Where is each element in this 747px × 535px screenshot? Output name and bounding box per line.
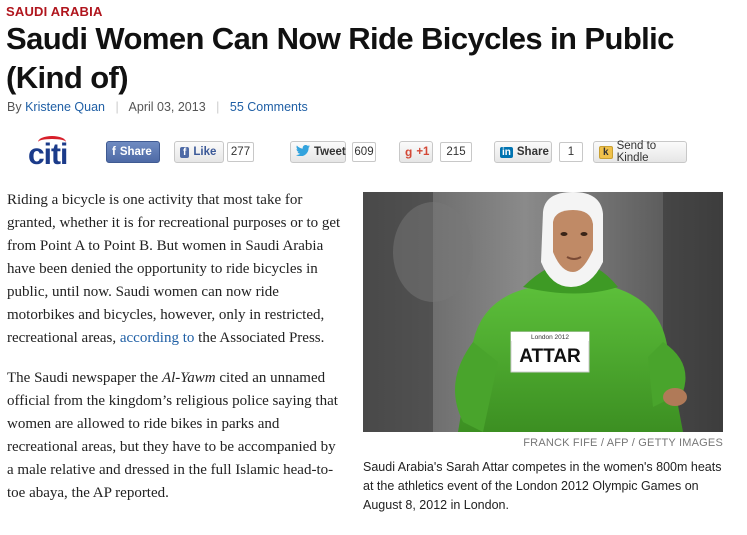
- citi-arc-icon: [38, 136, 66, 148]
- paragraph-1-text: Riding a bicycle is one activity that mo…: [7, 192, 341, 346]
- citi-logo[interactable]: citi: [28, 136, 68, 172]
- kindle-icon: k: [599, 145, 613, 159]
- share-bar: citi f Share f Like 277 Tweet 609 g +1 2…: [0, 134, 747, 174]
- tweet-label: Tweet: [314, 146, 346, 158]
- facebook-like-label: Like: [193, 146, 217, 158]
- google-plus-button[interactable]: g +1: [399, 141, 433, 163]
- according-to-link[interactable]: according to: [120, 330, 195, 346]
- tweet-count: 609: [352, 142, 376, 162]
- paragraph-1: Riding a bicycle is one activity that mo…: [7, 189, 342, 350]
- photo-credit: FRANCK FIFE / AFP / GETTY IMAGES: [523, 437, 723, 449]
- send-to-kindle-button[interactable]: k Send to Kindle: [593, 140, 687, 164]
- byline-prefix: By: [7, 100, 22, 114]
- article-headline: Saudi Women Can Now Ride Bicycles in Pub…: [6, 21, 674, 95]
- facebook-icon: f: [112, 146, 116, 158]
- bib-name-label: ATTAR: [519, 346, 581, 367]
- google-plus-label: +1: [416, 146, 430, 158]
- publish-date: April 03, 2013: [128, 100, 206, 114]
- newspaper-name: Al-Yawm: [161, 370, 216, 386]
- twitter-bird-icon: [296, 145, 310, 159]
- paragraph-2-start: The Saudi newspaper the: [7, 370, 162, 386]
- comments-link[interactable]: 55 Comments: [230, 100, 308, 114]
- bib-event-label: London 2012: [531, 334, 569, 341]
- paragraph-2: The Saudi newspaper the Al-Yawm cited an…: [7, 367, 342, 505]
- google-g-icon: g: [405, 145, 413, 159]
- athlete-photo-illustration: London 2012 ATTAR: [363, 192, 723, 432]
- kindle-label: Send to Kindle: [616, 140, 657, 164]
- byline-divider: |: [115, 100, 119, 114]
- facebook-icon: f: [180, 146, 190, 158]
- byline-divider: |: [216, 100, 220, 114]
- linkedin-icon: in: [500, 146, 513, 158]
- like-count: 277: [227, 142, 254, 162]
- paragraph-1-end: the Associated Press.: [194, 330, 325, 346]
- linkedin-share-label: Share: [516, 146, 549, 158]
- linkedin-count: 1: [559, 142, 583, 162]
- byline: By Kristene Quan | April 03, 2013 | 55 C…: [7, 100, 308, 114]
- facebook-like-button[interactable]: f Like: [174, 141, 224, 163]
- google-plus-count: 215: [440, 142, 472, 162]
- author-link[interactable]: Kristene Quan: [25, 100, 105, 114]
- linkedin-share-button[interactable]: in Share: [494, 141, 552, 163]
- tweet-button[interactable]: Tweet: [290, 141, 346, 163]
- photo-caption: Saudi Arabia's Sarah Attar competes in t…: [363, 460, 722, 512]
- facebook-share-button[interactable]: f Share: [106, 141, 160, 163]
- section-label[interactable]: SAUDI ARABIA: [6, 4, 103, 19]
- paragraph-2-end: cited an unnamed official from the kingd…: [7, 370, 338, 501]
- article-photo[interactable]: London 2012 ATTAR: [363, 192, 723, 432]
- article-body: Riding a bicycle is one activity that mo…: [7, 189, 342, 522]
- facebook-share-label: Share: [119, 146, 152, 158]
